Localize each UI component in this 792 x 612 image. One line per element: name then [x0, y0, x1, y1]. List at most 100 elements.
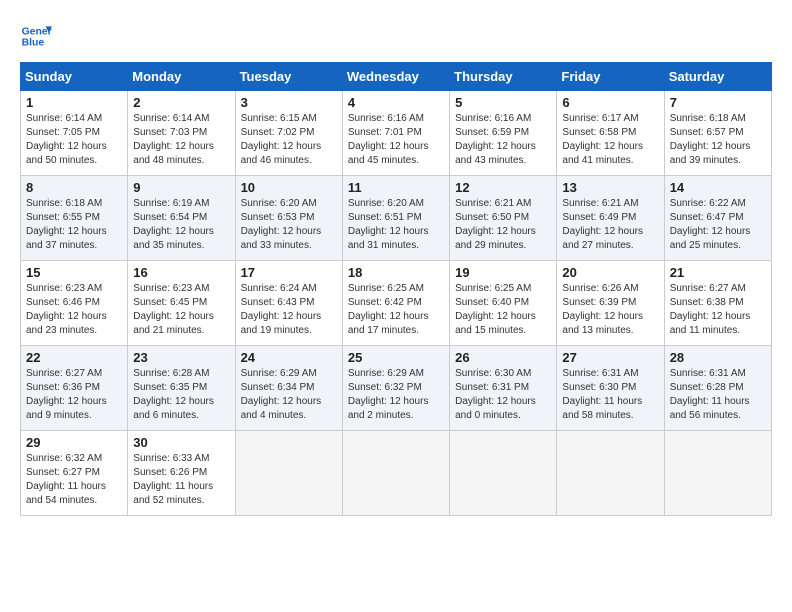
day-number: 11: [348, 180, 444, 195]
day-info: Sunrise: 6:23 AMSunset: 6:45 PMDaylight:…: [133, 283, 214, 336]
day-number: 19: [455, 265, 551, 280]
weekday-header: Thursday: [450, 63, 557, 91]
calendar-day-cell: 29 Sunrise: 6:32 AMSunset: 6:27 PMDaylig…: [21, 431, 128, 516]
calendar-week-row: 8 Sunrise: 6:18 AMSunset: 6:55 PMDayligh…: [21, 176, 772, 261]
day-info: Sunrise: 6:21 AMSunset: 6:50 PMDaylight:…: [455, 198, 536, 251]
calendar-day-cell: [450, 431, 557, 516]
calendar-day-cell: 19 Sunrise: 6:25 AMSunset: 6:40 PMDaylig…: [450, 261, 557, 346]
svg-text:Blue: Blue: [22, 38, 45, 49]
logo: General Blue: [20, 20, 52, 52]
calendar-week-row: 22 Sunrise: 6:27 AMSunset: 6:36 PMDaylig…: [21, 346, 772, 431]
calendar-table: SundayMondayTuesdayWednesdayThursdayFrid…: [20, 62, 772, 516]
day-number: 30: [133, 435, 229, 450]
day-number: 18: [348, 265, 444, 280]
day-info: Sunrise: 6:23 AMSunset: 6:46 PMDaylight:…: [26, 283, 107, 336]
calendar-day-cell: 2 Sunrise: 6:14 AMSunset: 7:03 PMDayligh…: [128, 91, 235, 176]
day-number: 29: [26, 435, 122, 450]
day-number: 14: [670, 180, 766, 195]
day-info: Sunrise: 6:28 AMSunset: 6:35 PMDaylight:…: [133, 368, 214, 421]
day-number: 9: [133, 180, 229, 195]
day-info: Sunrise: 6:27 AMSunset: 6:38 PMDaylight:…: [670, 283, 751, 336]
day-number: 1: [26, 95, 122, 110]
day-number: 25: [348, 350, 444, 365]
day-info: Sunrise: 6:25 AMSunset: 6:42 PMDaylight:…: [348, 283, 429, 336]
day-number: 7: [670, 95, 766, 110]
calendar-day-cell: 30 Sunrise: 6:33 AMSunset: 6:26 PMDaylig…: [128, 431, 235, 516]
day-info: Sunrise: 6:14 AMSunset: 7:05 PMDaylight:…: [26, 113, 107, 166]
calendar-day-cell: 23 Sunrise: 6:28 AMSunset: 6:35 PMDaylig…: [128, 346, 235, 431]
calendar-day-cell: 22 Sunrise: 6:27 AMSunset: 6:36 PMDaylig…: [21, 346, 128, 431]
calendar-day-cell: 10 Sunrise: 6:20 AMSunset: 6:53 PMDaylig…: [235, 176, 342, 261]
day-info: Sunrise: 6:31 AMSunset: 6:28 PMDaylight:…: [670, 368, 750, 421]
day-number: 16: [133, 265, 229, 280]
day-info: Sunrise: 6:32 AMSunset: 6:27 PMDaylight:…: [26, 453, 106, 506]
day-number: 26: [455, 350, 551, 365]
calendar-day-cell: 16 Sunrise: 6:23 AMSunset: 6:45 PMDaylig…: [128, 261, 235, 346]
calendar-day-cell: 12 Sunrise: 6:21 AMSunset: 6:50 PMDaylig…: [450, 176, 557, 261]
weekday-header: Friday: [557, 63, 664, 91]
calendar-day-cell: 20 Sunrise: 6:26 AMSunset: 6:39 PMDaylig…: [557, 261, 664, 346]
day-number: 5: [455, 95, 551, 110]
day-number: 6: [562, 95, 658, 110]
day-number: 12: [455, 180, 551, 195]
day-info: Sunrise: 6:26 AMSunset: 6:39 PMDaylight:…: [562, 283, 643, 336]
weekday-header: Sunday: [21, 63, 128, 91]
calendar-day-cell: 28 Sunrise: 6:31 AMSunset: 6:28 PMDaylig…: [664, 346, 771, 431]
day-number: 21: [670, 265, 766, 280]
page-header: General Blue: [20, 20, 772, 52]
day-number: 17: [241, 265, 337, 280]
calendar-day-cell: 27 Sunrise: 6:31 AMSunset: 6:30 PMDaylig…: [557, 346, 664, 431]
day-info: Sunrise: 6:29 AMSunset: 6:34 PMDaylight:…: [241, 368, 322, 421]
calendar-day-cell: 3 Sunrise: 6:15 AMSunset: 7:02 PMDayligh…: [235, 91, 342, 176]
weekday-header: Tuesday: [235, 63, 342, 91]
calendar-day-cell: [557, 431, 664, 516]
day-info: Sunrise: 6:24 AMSunset: 6:43 PMDaylight:…: [241, 283, 322, 336]
day-info: Sunrise: 6:14 AMSunset: 7:03 PMDaylight:…: [133, 113, 214, 166]
day-number: 23: [133, 350, 229, 365]
day-number: 22: [26, 350, 122, 365]
day-number: 15: [26, 265, 122, 280]
weekday-header: Wednesday: [342, 63, 449, 91]
day-number: 24: [241, 350, 337, 365]
calendar-day-cell: 5 Sunrise: 6:16 AMSunset: 6:59 PMDayligh…: [450, 91, 557, 176]
calendar-day-cell: 17 Sunrise: 6:24 AMSunset: 6:43 PMDaylig…: [235, 261, 342, 346]
day-info: Sunrise: 6:17 AMSunset: 6:58 PMDaylight:…: [562, 113, 643, 166]
calendar-day-cell: 25 Sunrise: 6:29 AMSunset: 6:32 PMDaylig…: [342, 346, 449, 431]
day-info: Sunrise: 6:16 AMSunset: 7:01 PMDaylight:…: [348, 113, 429, 166]
calendar-day-cell: 1 Sunrise: 6:14 AMSunset: 7:05 PMDayligh…: [21, 91, 128, 176]
day-info: Sunrise: 6:20 AMSunset: 6:51 PMDaylight:…: [348, 198, 429, 251]
day-info: Sunrise: 6:27 AMSunset: 6:36 PMDaylight:…: [26, 368, 107, 421]
calendar-day-cell: 15 Sunrise: 6:23 AMSunset: 6:46 PMDaylig…: [21, 261, 128, 346]
day-info: Sunrise: 6:18 AMSunset: 6:57 PMDaylight:…: [670, 113, 751, 166]
calendar-day-cell: 9 Sunrise: 6:19 AMSunset: 6:54 PMDayligh…: [128, 176, 235, 261]
day-info: Sunrise: 6:16 AMSunset: 6:59 PMDaylight:…: [455, 113, 536, 166]
day-number: 4: [348, 95, 444, 110]
day-info: Sunrise: 6:15 AMSunset: 7:02 PMDaylight:…: [241, 113, 322, 166]
day-number: 27: [562, 350, 658, 365]
calendar-day-cell: [235, 431, 342, 516]
weekday-header: Saturday: [664, 63, 771, 91]
calendar-day-cell: 7 Sunrise: 6:18 AMSunset: 6:57 PMDayligh…: [664, 91, 771, 176]
day-info: Sunrise: 6:22 AMSunset: 6:47 PMDaylight:…: [670, 198, 751, 251]
day-info: Sunrise: 6:20 AMSunset: 6:53 PMDaylight:…: [241, 198, 322, 251]
calendar-week-row: 29 Sunrise: 6:32 AMSunset: 6:27 PMDaylig…: [21, 431, 772, 516]
day-info: Sunrise: 6:21 AMSunset: 6:49 PMDaylight:…: [562, 198, 643, 251]
calendar-day-cell: 13 Sunrise: 6:21 AMSunset: 6:49 PMDaylig…: [557, 176, 664, 261]
day-info: Sunrise: 6:31 AMSunset: 6:30 PMDaylight:…: [562, 368, 642, 421]
calendar-day-cell: 6 Sunrise: 6:17 AMSunset: 6:58 PMDayligh…: [557, 91, 664, 176]
calendar-day-cell: 11 Sunrise: 6:20 AMSunset: 6:51 PMDaylig…: [342, 176, 449, 261]
day-info: Sunrise: 6:29 AMSunset: 6:32 PMDaylight:…: [348, 368, 429, 421]
day-info: Sunrise: 6:30 AMSunset: 6:31 PMDaylight:…: [455, 368, 536, 421]
day-number: 28: [670, 350, 766, 365]
day-number: 8: [26, 180, 122, 195]
calendar-day-cell: 18 Sunrise: 6:25 AMSunset: 6:42 PMDaylig…: [342, 261, 449, 346]
calendar-day-cell: 8 Sunrise: 6:18 AMSunset: 6:55 PMDayligh…: [21, 176, 128, 261]
calendar-day-cell: 4 Sunrise: 6:16 AMSunset: 7:01 PMDayligh…: [342, 91, 449, 176]
day-info: Sunrise: 6:33 AMSunset: 6:26 PMDaylight:…: [133, 453, 213, 506]
day-number: 2: [133, 95, 229, 110]
calendar-day-cell: [342, 431, 449, 516]
day-number: 3: [241, 95, 337, 110]
calendar-header-row: SundayMondayTuesdayWednesdayThursdayFrid…: [21, 63, 772, 91]
calendar-day-cell: 24 Sunrise: 6:29 AMSunset: 6:34 PMDaylig…: [235, 346, 342, 431]
day-number: 20: [562, 265, 658, 280]
